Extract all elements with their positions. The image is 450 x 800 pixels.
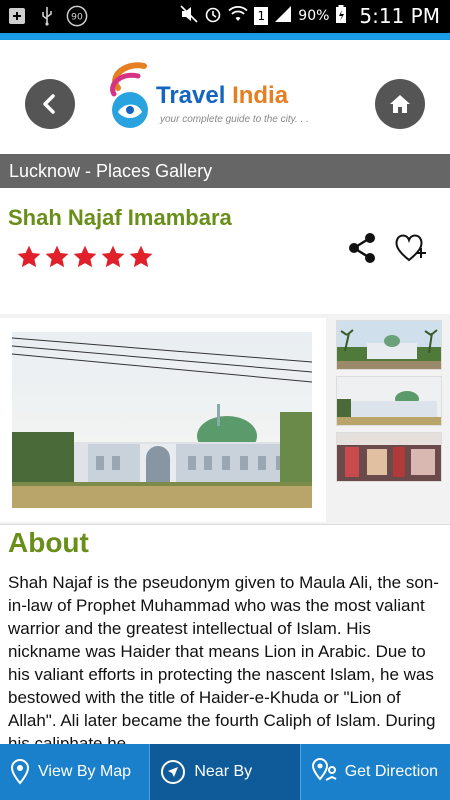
view-by-map-button[interactable]: View By Map	[0, 744, 150, 800]
app-header: Travel India your complete guide to the …	[0, 40, 450, 154]
star-icon	[73, 245, 97, 268]
mute-icon	[180, 5, 198, 27]
logo-title-india: India	[232, 82, 289, 109]
main-photo[interactable]	[12, 332, 312, 508]
star-icon	[45, 245, 69, 268]
battery-percent: 90%	[298, 8, 330, 24]
logo-emblem-icon	[110, 62, 148, 128]
place-name: Shah Najaf Imambara	[8, 205, 232, 230]
add-notification-icon	[6, 5, 28, 27]
badge-count: 90	[71, 12, 83, 23]
star-icon	[101, 245, 125, 268]
home-icon	[390, 95, 410, 113]
logo-tagline: your complete guide to the city. . .	[160, 114, 309, 125]
accent-strip	[0, 33, 450, 40]
map-pin-icon	[10, 759, 30, 785]
badge-counter-icon: 90	[66, 5, 88, 27]
thumbnail-image	[337, 377, 441, 425]
bottom-navigation: View By Map Near By Get Direction	[0, 744, 450, 800]
star-icon	[17, 245, 41, 268]
thumbnail-image	[337, 321, 441, 369]
sim-icon: 1	[254, 7, 269, 25]
get-direction-button[interactable]: Get Direction	[300, 744, 450, 800]
star-icon	[129, 245, 153, 268]
thumbnail-image	[337, 433, 441, 481]
about-text: Shah Najaf is the pseudonym given to Mau…	[8, 573, 439, 744]
back-button[interactable]	[25, 79, 75, 129]
direction-pin-icon	[311, 758, 337, 781]
usb-icon	[36, 5, 58, 27]
about-heading: About	[8, 527, 89, 558]
logo-title-travel: Travel	[156, 82, 233, 109]
about-section: About Shah Najaf is the pseudonym given …	[0, 524, 450, 744]
gallery-thumbnail[interactable]	[336, 376, 442, 426]
alarm-icon	[204, 5, 222, 27]
navigation-arrow-icon	[161, 760, 186, 784]
home-button[interactable]	[375, 79, 425, 129]
gallery-thumbnail[interactable]	[336, 432, 442, 482]
view-by-map-label: View By Map	[38, 763, 132, 780]
clock: 5:11 PM	[359, 4, 440, 28]
get-direction-label: Get Direction	[344, 763, 439, 780]
status-bar: 90 1 90% 5:11 PM	[0, 0, 450, 33]
logo-title: Travel India	[156, 82, 288, 110]
rating-stars	[16, 244, 154, 270]
section-title-bar: Lucknow - Places Gallery	[0, 154, 450, 188]
share-icon[interactable]	[344, 230, 380, 266]
near-by-label: Near By	[194, 763, 253, 780]
wifi-icon	[228, 5, 248, 27]
battery-charging-icon	[335, 4, 347, 28]
signal-icon	[274, 5, 292, 27]
add-favorite-icon[interactable]	[393, 230, 429, 266]
monument-photo-image	[12, 332, 312, 508]
gallery-thumbnail[interactable]	[336, 320, 442, 370]
chevron-left-icon	[43, 94, 55, 114]
app-logo: Travel India your complete guide to the …	[104, 58, 334, 138]
near-by-button[interactable]: Near By	[150, 744, 300, 800]
